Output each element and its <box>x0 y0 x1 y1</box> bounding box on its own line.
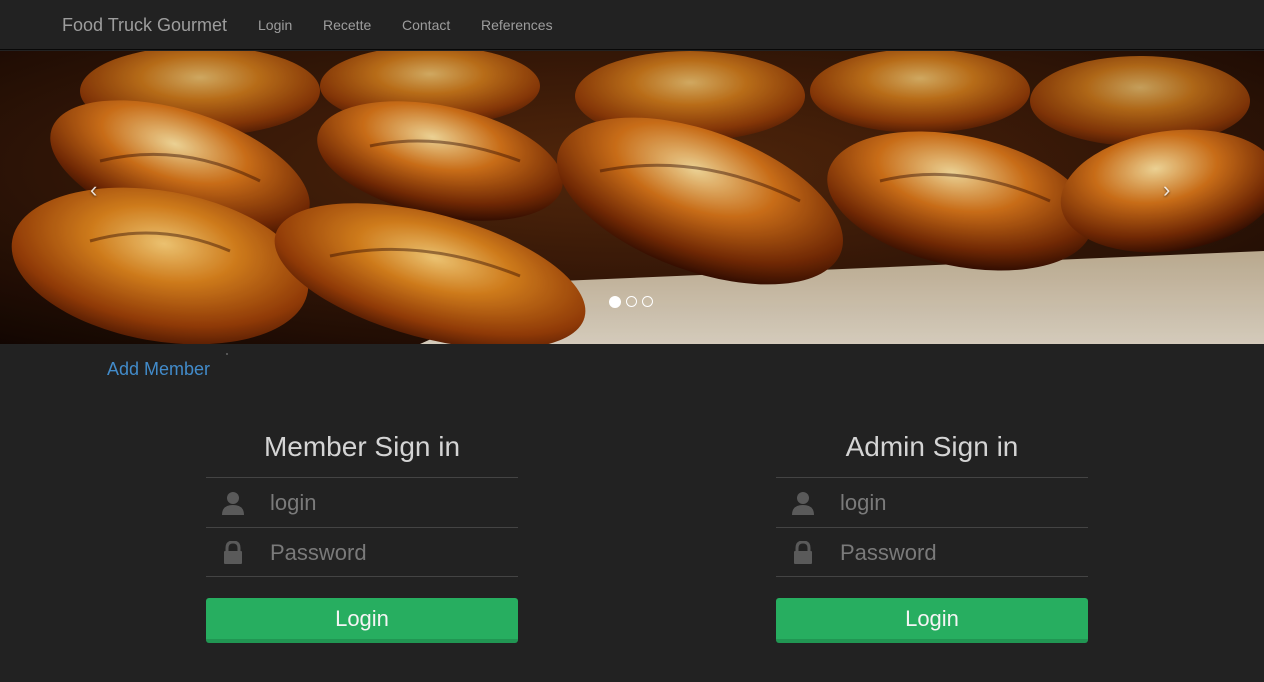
member-password-field <box>206 527 518 577</box>
user-icon <box>222 492 244 515</box>
carousel-indicator-1[interactable] <box>609 295 621 308</box>
admin-login-field <box>776 477 1088 527</box>
member-password-input[interactable] <box>268 536 508 570</box>
user-icon <box>792 492 814 515</box>
add-member-link[interactable]: Add Member <box>107 359 210 380</box>
brand-link[interactable]: Food Truck Gourmet <box>62 15 227 36</box>
member-login-button[interactable]: Login <box>206 598 518 643</box>
carousel-indicator-3[interactable] <box>642 296 653 307</box>
member-login-input[interactable] <box>268 486 508 520</box>
nav-link-recette[interactable]: Recette <box>323 17 371 33</box>
admin-signin-title: Admin Sign in <box>845 431 1019 462</box>
member-login-field <box>206 477 518 527</box>
carousel-next-button[interactable]: › <box>1163 177 1170 203</box>
member-signin-panel: Member Sign in Login <box>206 430 518 643</box>
admin-login-input[interactable] <box>838 486 1078 520</box>
lock-icon <box>794 541 812 564</box>
admin-password-input[interactable] <box>838 536 1078 570</box>
nav-link-references[interactable]: References <box>481 17 553 33</box>
admin-signin-panel: Admin Sign in Login <box>776 430 1088 643</box>
carousel-indicators <box>609 295 653 308</box>
admin-login-button[interactable]: Login <box>776 598 1088 643</box>
carousel-prev-button[interactable]: ‹ <box>90 177 97 203</box>
navbar: Food Truck Gourmet Login Recette Contact… <box>0 0 1264 50</box>
decorative-dot <box>226 353 228 355</box>
admin-password-field <box>776 527 1088 577</box>
carousel-indicator-2[interactable] <box>626 296 637 307</box>
nav-link-contact[interactable]: Contact <box>402 17 450 33</box>
member-signin-title: Member Sign in <box>263 431 461 462</box>
nav-link-login[interactable]: Login <box>258 17 292 33</box>
lock-icon <box>224 541 242 564</box>
image-carousel: ‹ › <box>0 51 1264 344</box>
